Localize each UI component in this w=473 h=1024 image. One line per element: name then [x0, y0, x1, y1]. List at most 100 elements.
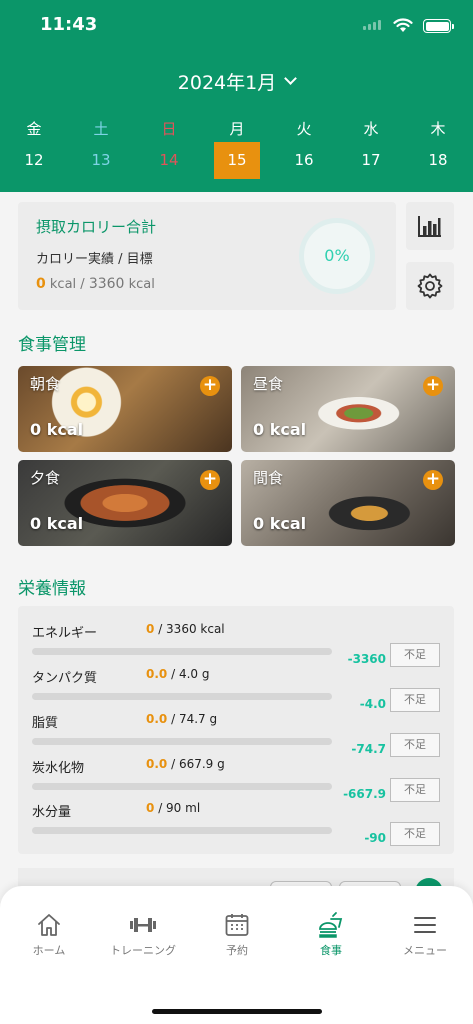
nutrient-progress-bar [32, 738, 332, 745]
progress-ring: 0% [299, 218, 375, 294]
calorie-actual-unit: kcal [49, 277, 77, 292]
tab-menu[interactable]: メニュー [378, 910, 472, 958]
nutrient-actual: 0.0 [146, 757, 168, 771]
nutrient-status-badge: 不足 [390, 643, 440, 667]
calorie-summary-subtitle: カロリー実績 / 目標 [36, 252, 153, 267]
day-of-week: 水 [363, 120, 379, 138]
nutrient-diff: -667.9 [343, 787, 386, 801]
tab-home[interactable]: ホーム [2, 910, 96, 958]
month-selector[interactable]: 2024年1月 [0, 68, 473, 95]
day-of-week: 日 [161, 120, 177, 138]
nutrient-value: 0 / 3360 kcal [146, 622, 225, 636]
day-number: 14 [159, 151, 179, 169]
day-number: 12 [24, 151, 44, 169]
progress-percent: 0% [324, 246, 350, 265]
day-of-week: 火 [296, 120, 312, 138]
meal-kcal: 0 kcal [253, 420, 307, 439]
nutrient-progress-bar [32, 693, 332, 700]
menu-icon [414, 917, 436, 933]
bar-chart-icon [418, 216, 441, 237]
tab-label: メニュー [403, 944, 447, 957]
calorie-summary-card: 摂取カロリー合計 カロリー実績 / 目標 0 kcal / 3360 kcal … [18, 202, 396, 310]
nutrition-section-title: 栄養情報 [18, 579, 86, 599]
status-bar: 11:43 [0, 14, 473, 38]
meal-card-snack[interactable]: 間食 0 kcal + [241, 460, 455, 546]
nutrition-row-carbs: 炭水化物 0.0 / 667.9 g -667.9 不足 [18, 757, 454, 802]
nutrient-value: 0.0 / 4.0 g [146, 667, 209, 681]
tab-label: トレーニング [110, 944, 176, 957]
day-of-week: 木 [430, 120, 446, 138]
tab-label: ホーム [32, 944, 66, 957]
meal-kcal: 0 kcal [253, 514, 307, 533]
nutrient-label: エネルギー [32, 626, 98, 641]
tab-training[interactable]: トレーニング [96, 910, 190, 958]
nutrient-target: / 74.7 g [171, 712, 218, 726]
nutrient-value: 0 / 90 ml [146, 801, 200, 815]
nutrition-card: エネルギー 0 / 3360 kcal -3360 不足 タンパク質 0.0 /… [18, 606, 454, 854]
nutrient-target: / 4.0 g [171, 667, 210, 681]
nutrient-target: / 3360 kcal [158, 622, 225, 636]
add-meal-button[interactable]: + [423, 376, 443, 396]
add-meal-button[interactable]: + [423, 470, 443, 490]
status-time: 11:43 [40, 14, 98, 35]
home-indicator [152, 1009, 322, 1014]
day-number: 16 [294, 151, 314, 169]
month-label: 2024年1月 [177, 72, 277, 94]
tab-label: 予約 [226, 944, 248, 957]
nutrient-actual: 0.0 [146, 667, 168, 681]
nutrient-diff: -3360 [347, 652, 386, 666]
nutrient-actual: 0 [146, 801, 155, 815]
calorie-separator: / [80, 277, 85, 292]
house-icon [38, 914, 60, 936]
settings-button[interactable] [406, 262, 454, 310]
day-of-week: 月 [229, 120, 245, 138]
nutrient-label: 脂質 [32, 716, 59, 731]
nutrient-actual: 0.0 [146, 712, 168, 726]
day-number: 13 [91, 151, 111, 169]
meal-name: 間食 [253, 469, 284, 487]
meal-card-breakfast[interactable]: 朝食 0 kcal + [18, 366, 232, 452]
meal-name: 夕食 [30, 469, 61, 487]
nutrient-value: 0.0 / 667.9 g [146, 757, 225, 771]
nutrition-row-fat: 脂質 0.0 / 74.7 g -74.7 不足 [18, 712, 454, 757]
dumbbell-icon [130, 918, 156, 932]
nutrition-row-protein: タンパク質 0.0 / 4.0 g -4.0 不足 [18, 667, 454, 712]
nutrient-status-badge: 不足 [390, 688, 440, 712]
nutrient-status-badge: 不足 [390, 778, 440, 802]
day-number: 18 [428, 151, 448, 169]
nutrient-diff: -4.0 [359, 697, 386, 711]
nutrient-progress-bar [32, 783, 332, 790]
nutrient-status-badge: 不足 [390, 733, 440, 757]
nutrition-row-water: 水分量 0 / 90 ml -90 不足 [18, 801, 454, 846]
tab-meals[interactable]: 食事 [284, 910, 378, 958]
meal-name: 朝食 [30, 375, 61, 393]
day-number: 15 [214, 142, 260, 179]
nutrition-row-energy: エネルギー 0 / 3360 kcal -3360 不足 [18, 622, 454, 667]
calorie-summary-values: 0 kcal / 3360 kcal [36, 276, 155, 292]
calorie-summary-title: 摂取カロリー合計 [36, 218, 157, 236]
meal-kcal: 0 kcal [30, 420, 84, 439]
tab-label: 食事 [320, 944, 342, 957]
add-meal-button[interactable]: + [200, 470, 220, 490]
meal-kcal: 0 kcal [30, 514, 84, 533]
meal-card-dinner[interactable]: 夕食 0 kcal + [18, 460, 232, 546]
nutrient-target: / 90 ml [158, 801, 201, 815]
stats-button[interactable] [406, 202, 454, 250]
nutrient-progress-bar [32, 648, 332, 655]
add-meal-button[interactable]: + [200, 376, 220, 396]
wifi-icon [393, 18, 413, 32]
nutrient-progress-bar [32, 827, 332, 834]
nutrient-actual: 0 [146, 622, 155, 636]
meal-name: 昼食 [253, 375, 284, 393]
calorie-actual: 0 [36, 276, 46, 292]
tab-reservation[interactable]: 予約 [190, 910, 284, 958]
nutrient-value: 0.0 / 74.7 g [146, 712, 217, 726]
burger-drink-icon [319, 912, 343, 938]
nutrient-label: タンパク質 [32, 671, 98, 686]
calendar-icon [225, 914, 249, 936]
meal-card-lunch[interactable]: 昼食 0 kcal + [241, 366, 455, 452]
gear-icon [417, 273, 443, 299]
app-header: 11:43 2024年1月 金 12 土 13 日 14 月 15 火 16 水… [0, 0, 473, 192]
day-of-week: 土 [93, 120, 109, 138]
meal-section-title: 食事管理 [18, 335, 86, 355]
